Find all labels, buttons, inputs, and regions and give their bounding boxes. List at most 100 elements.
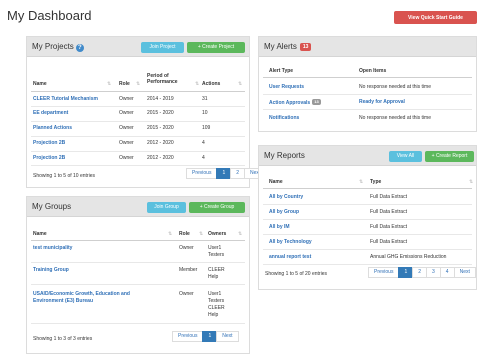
pagination-page-2[interactable]: 2 <box>230 168 246 179</box>
col-header-actions[interactable]: Actions <box>202 81 220 87</box>
groups-table-info: Showing 1 to 3 of 3 entries <box>33 336 93 342</box>
join-project-button[interactable]: Join Project <box>141 42 184 53</box>
sort-icon[interactable]: ⇅ <box>469 179 473 185</box>
col-header-type[interactable]: Type <box>370 179 381 185</box>
project-actions-count: 109 <box>202 125 211 131</box>
reports-panel-header: My Reports View All + Create Report <box>259 146 476 166</box>
group-owner: User1 <box>208 245 222 251</box>
projects-table-info: Showing 1 to 5 of 10 entries <box>33 173 95 179</box>
alert-open-item: No response needed at this time <box>359 84 431 90</box>
report-name-link[interactable]: annual report test <box>269 254 311 260</box>
row-divider <box>31 106 245 107</box>
projects-panel-title: My Projects? <box>32 42 84 52</box>
project-name-link[interactable]: EE department <box>33 110 68 116</box>
sort-icon[interactable]: ⇅ <box>199 231 203 237</box>
group-name-link[interactable]: Training Group <box>33 267 69 273</box>
groups-panel-header: My Groups Join Group + Create Group <box>27 197 249 217</box>
row-divider <box>31 165 245 166</box>
col-header-role[interactable]: Role <box>179 231 190 237</box>
row-divider <box>263 264 472 265</box>
sort-icon[interactable]: ⇅ <box>136 81 140 87</box>
project-role: Owner <box>119 140 134 146</box>
header-divider <box>263 77 472 78</box>
report-type: Full Data Extract <box>370 194 407 200</box>
sort-icon[interactable]: ⇅ <box>238 81 242 87</box>
project-period: 2014 - 2019 <box>147 96 174 102</box>
col-header-open-items: Open Items <box>359 68 387 74</box>
project-period: 2015 - 2020 <box>147 125 174 131</box>
quick-start-guide-button[interactable]: View Quick Start Guide <box>394 11 477 24</box>
row-divider <box>263 249 472 250</box>
project-actions-count: 10 <box>202 110 208 116</box>
project-name-link[interactable]: Planned Actions <box>33 125 72 131</box>
view-all-reports-button[interactable]: View All <box>389 151 422 162</box>
projects-title-text: My Projects <box>32 42 74 51</box>
pagination-page-3[interactable]: 3 <box>426 267 441 278</box>
sort-icon[interactable]: ⇅ <box>168 231 172 237</box>
help-icon[interactable]: ? <box>75 44 84 52</box>
projects-panel: My Projects? Join Project + Create Proje… <box>26 36 267 188</box>
alert-type-text: Action Approvals <box>269 100 311 106</box>
col-header-alert-type: Alert Type <box>269 68 294 74</box>
group-owner: Help <box>208 312 219 318</box>
alert-type-link[interactable]: User Requests <box>269 84 304 90</box>
projects-panel-header: My Projects? Join Project + Create Proje… <box>27 37 249 57</box>
group-role: Member <box>179 267 198 273</box>
report-name-link[interactable]: All by Group <box>269 209 299 215</box>
create-report-button[interactable]: + Create Report <box>425 151 474 162</box>
pagination-previous[interactable]: Previous <box>172 331 204 342</box>
pagination-next[interactable]: Next <box>453 267 476 278</box>
report-type: Full Data Extract <box>370 209 407 215</box>
sort-icon[interactable]: ⇅ <box>195 81 199 87</box>
report-name-link[interactable]: All by Country <box>269 194 303 200</box>
row-divider <box>31 323 245 324</box>
col-header-period[interactable]: Period of Performance <box>147 73 191 85</box>
pagination-page-4[interactable]: 4 <box>439 267 455 278</box>
alert-type-link[interactable]: Notifications <box>269 115 299 121</box>
group-name-link[interactable]: USAID/Economic Growth, Education and <box>33 291 130 297</box>
report-name-link[interactable]: All by Technology <box>269 239 312 245</box>
join-group-button[interactable]: Join Group <box>147 202 186 213</box>
col-header-role[interactable]: Role <box>119 81 130 87</box>
pagination-page-1[interactable]: 1 <box>398 267 414 278</box>
project-period: 2015 - 2020 <box>147 110 174 116</box>
create-group-button[interactable]: + Create Group <box>189 202 245 213</box>
pagination-page-1[interactable]: 1 <box>216 168 232 179</box>
header-divider <box>31 240 245 241</box>
group-name-link[interactable]: test municipality <box>33 245 72 251</box>
pagination-page-2[interactable]: 2 <box>412 267 428 278</box>
reports-panel-title: My Reports <box>264 151 305 160</box>
alerts-panel-header: My Alerts 13 <box>259 37 476 57</box>
report-name-link[interactable]: All by IM <box>269 224 290 230</box>
reports-panel: My Reports View All + Create Report Name… <box>258 145 477 290</box>
row-divider <box>263 234 472 235</box>
project-name-link[interactable]: Projection 2B <box>33 155 65 161</box>
group-owner: Testers <box>208 252 225 258</box>
row-divider <box>31 262 245 263</box>
project-name-link[interactable]: CLEER Tutorial Mechanism <box>33 96 98 102</box>
alert-type-link[interactable]: Action Approvals 13 <box>269 99 321 106</box>
col-header-name[interactable]: Name <box>269 179 283 185</box>
group-owner: Help <box>208 274 219 280</box>
pagination-previous[interactable]: Previous <box>368 267 400 278</box>
create-project-button[interactable]: + Create Project <box>187 42 245 53</box>
groups-pagination: Previous 1 Next <box>172 331 239 342</box>
col-header-owners[interactable]: Owners <box>208 231 226 237</box>
col-header-name[interactable]: Name <box>33 81 47 87</box>
row-divider <box>31 136 245 137</box>
alert-open-item: No response needed at this time <box>359 115 431 121</box>
pagination-previous[interactable]: Previous <box>186 168 218 179</box>
group-name-link[interactable]: Environment (E3) Bureau <box>33 298 93 304</box>
project-name-link[interactable]: Projection 2B <box>33 140 65 146</box>
col-header-name[interactable]: Name <box>33 231 47 237</box>
report-type: Full Data Extract <box>370 224 407 230</box>
ready-for-approval-link[interactable]: Ready for Approval <box>359 99 405 105</box>
project-period: 2012 - 2020 <box>147 140 174 146</box>
sort-icon[interactable]: ⇅ <box>107 81 111 87</box>
alerts-title-text: My Alerts <box>264 42 297 51</box>
pagination-page-1[interactable]: 1 <box>202 331 218 342</box>
sort-icon[interactable]: ⇅ <box>238 231 242 237</box>
alerts-panel: My Alerts 13 Alert Type Open Items User R… <box>258 36 477 132</box>
pagination-next[interactable]: Next <box>216 331 239 342</box>
sort-icon[interactable]: ⇅ <box>359 179 363 185</box>
